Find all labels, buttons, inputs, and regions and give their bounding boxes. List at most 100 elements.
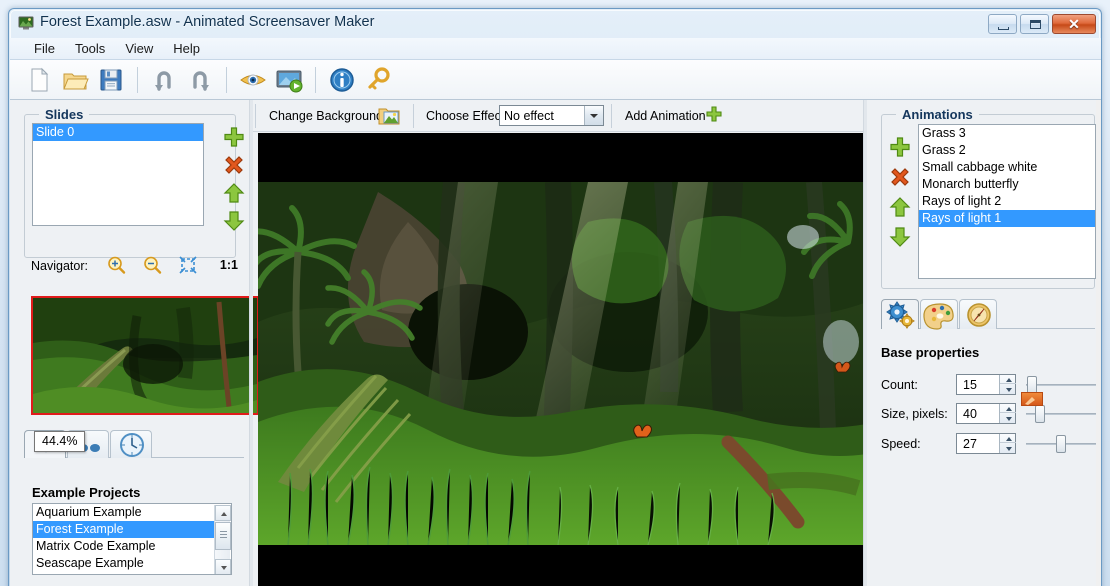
size-spinner-buttons[interactable] xyxy=(999,404,1016,423)
save-file-button[interactable] xyxy=(96,65,126,95)
zoom-in-button[interactable] xyxy=(106,255,126,275)
canvas-toolbar-separator-2 xyxy=(611,104,612,128)
size-slider-knob[interactable] xyxy=(1035,405,1045,423)
menu-item-help[interactable]: Help xyxy=(163,39,210,58)
list-item[interactable]: Waterfall Example xyxy=(33,572,215,574)
undo-button[interactable] xyxy=(149,65,179,95)
size-spinner[interactable]: 40 xyxy=(956,392,1043,424)
gears-tab[interactable] xyxy=(881,299,919,329)
delete-slide-button[interactable] xyxy=(223,154,245,176)
list-item[interactable]: Rays of light 1 xyxy=(919,210,1095,227)
speed-increase-button[interactable] xyxy=(1000,434,1016,443)
open-file-button[interactable] xyxy=(60,65,90,95)
speed-decrease-button[interactable] xyxy=(1000,444,1016,453)
toolbar-separator-2 xyxy=(226,67,227,93)
picture-folder-icon xyxy=(378,108,400,125)
property-count: Count: 15 xyxy=(881,374,1101,396)
count-increase-button[interactable] xyxy=(1000,375,1016,384)
maximize-button[interactable] xyxy=(1020,14,1049,34)
effect-value: No effect xyxy=(504,109,554,123)
move-animation-down-button[interactable] xyxy=(889,226,911,248)
list-item[interactable]: Forest Example xyxy=(33,521,215,538)
list-item[interactable]: Seascape Example xyxy=(33,555,215,572)
list-item[interactable]: Monarch butterfly xyxy=(919,176,1095,193)
list-item[interactable]: Grass 2 xyxy=(919,142,1095,159)
zoom-out-button[interactable] xyxy=(142,255,162,275)
list-item[interactable]: Matrix Code Example xyxy=(33,538,215,555)
change-background-label[interactable]: Change Background xyxy=(269,109,383,123)
size-increase-button[interactable] xyxy=(1000,404,1016,413)
preview-canvas[interactable] xyxy=(258,133,867,586)
speed-slider-knob[interactable] xyxy=(1056,435,1066,453)
fit-to-window-button[interactable] xyxy=(178,255,198,275)
move-slide-down-button[interactable] xyxy=(223,210,245,232)
animations-listbox[interactable]: Grass 3 Grass 2 Small cabbage white Mona… xyxy=(918,124,1096,279)
title-bar[interactable]: Forest Example.asw - Animated Screensave… xyxy=(9,9,1101,38)
size-color-badge[interactable] xyxy=(1021,392,1043,406)
move-animation-up-icon xyxy=(889,197,911,217)
list-item[interactable]: Grass 3 xyxy=(919,125,1095,142)
count-spinner[interactable]: 15 xyxy=(956,374,1016,395)
scroll-down-button[interactable] xyxy=(215,559,231,574)
redo-button[interactable] xyxy=(185,65,215,95)
preview-button[interactable] xyxy=(238,65,268,95)
window-scrollbar[interactable] xyxy=(1096,100,1101,586)
speed-slider[interactable] xyxy=(1026,435,1101,453)
palette-tab[interactable] xyxy=(920,299,958,330)
group-dash xyxy=(886,114,893,115)
fit-to-window-icon xyxy=(179,256,197,274)
list-item[interactable]: Aquarium Example xyxy=(33,504,215,521)
toolbar-separator-1 xyxy=(137,67,138,93)
example-projects-listbox[interactable]: Aquarium Example Forest Example Matrix C… xyxy=(32,503,232,575)
move-animation-down-icon xyxy=(889,227,911,247)
zoom-tooltip: 44.4% xyxy=(34,431,86,452)
effect-dropdown-button[interactable] xyxy=(584,106,603,125)
size-slider[interactable] xyxy=(1026,405,1101,423)
menu-bar: File Tools View Help xyxy=(10,38,1101,60)
speed-spinner-buttons[interactable] xyxy=(999,434,1016,453)
example-projects-scrollbar[interactable] xyxy=(214,505,231,574)
list-item[interactable]: Small cabbage white xyxy=(919,159,1095,176)
size-decrease-button[interactable] xyxy=(1000,414,1016,423)
triangle-down-icon xyxy=(1006,447,1012,451)
scroll-up-button[interactable] xyxy=(215,505,231,521)
new-file-button[interactable] xyxy=(24,65,54,95)
speed-spinner[interactable]: 27 xyxy=(956,433,1016,454)
register-key-button[interactable] xyxy=(363,65,393,95)
app-screensaver-icon xyxy=(18,16,34,30)
slides-listbox[interactable]: Slide 0 xyxy=(32,123,204,226)
count-spinner-buttons[interactable] xyxy=(999,375,1016,394)
count-decrease-button[interactable] xyxy=(1000,385,1016,394)
info-button[interactable] xyxy=(327,65,357,95)
slide-thumbnail-wrap[interactable] xyxy=(31,296,259,415)
scrollbar-thumb[interactable] xyxy=(215,522,231,550)
close-button[interactable]: ✕ xyxy=(1052,14,1096,34)
delete-animation-button[interactable] xyxy=(889,166,911,188)
move-animation-up-button[interactable] xyxy=(889,196,911,218)
change-background-button[interactable] xyxy=(378,105,400,126)
compass-icon xyxy=(967,303,991,327)
compass-tab[interactable] xyxy=(959,299,997,329)
forest-scene xyxy=(258,182,867,545)
list-item[interactable]: Rays of light 2 xyxy=(919,193,1095,210)
clock-tab[interactable] xyxy=(110,430,152,458)
effect-combobox[interactable]: No effect xyxy=(499,105,604,126)
size-value: 40 xyxy=(963,407,977,421)
menu-item-file[interactable]: File xyxy=(24,39,65,58)
add-animation-list-button[interactable] xyxy=(889,136,911,158)
minimize-button[interactable] xyxy=(988,14,1017,34)
menu-item-view[interactable]: View xyxy=(115,39,163,58)
install-screensaver-button[interactable] xyxy=(274,65,304,95)
add-animation-icon xyxy=(890,137,910,157)
zoom-out-icon xyxy=(144,256,162,274)
add-slide-button[interactable] xyxy=(223,126,245,148)
slide-thumbnail[interactable] xyxy=(31,296,259,415)
canvas-forest-image xyxy=(258,182,867,545)
list-item[interactable]: Slide 0 xyxy=(33,124,203,141)
triangle-up-icon xyxy=(1006,437,1012,441)
add-animation-button[interactable] xyxy=(705,106,723,124)
menu-item-tools[interactable]: Tools xyxy=(65,39,115,58)
move-slide-up-button[interactable] xyxy=(223,182,245,204)
window-controls: ✕ xyxy=(988,14,1096,34)
add-animation-label[interactable]: Add Animation xyxy=(625,109,706,123)
